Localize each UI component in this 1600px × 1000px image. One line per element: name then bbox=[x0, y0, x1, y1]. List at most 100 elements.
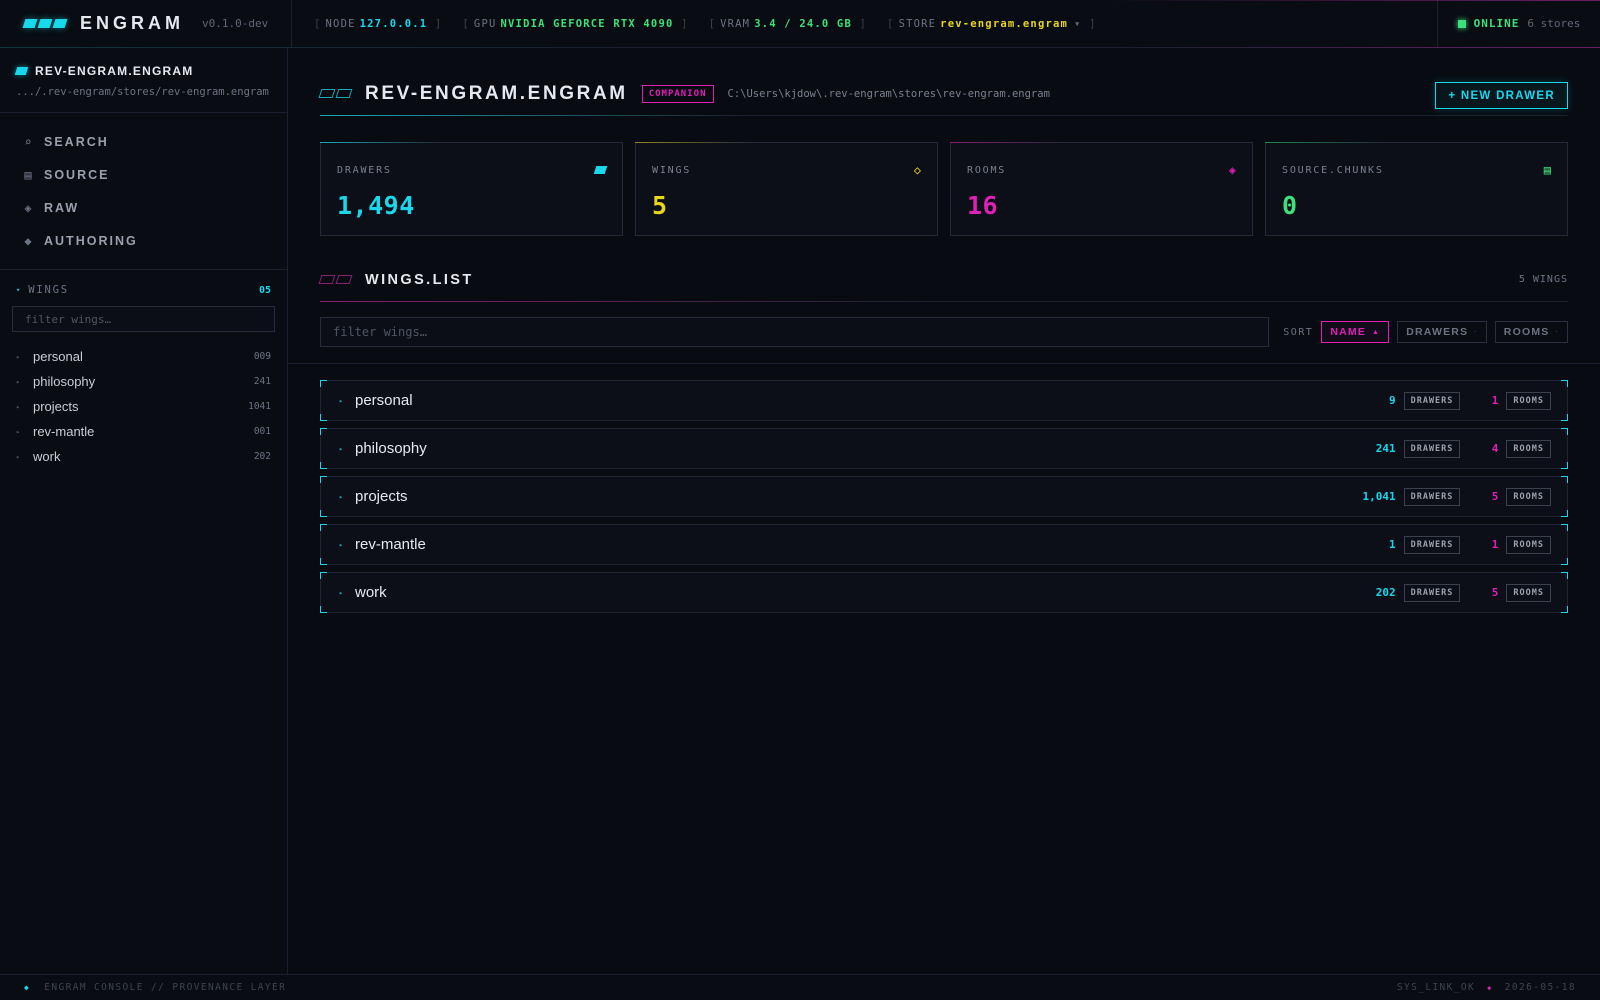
wing-row-work[interactable]: ▸ work 202 DRAWERS 5 ROOMS bbox=[320, 572, 1568, 613]
wing-name: projects bbox=[355, 488, 408, 505]
wings-total-count: 5 WINGS bbox=[1518, 274, 1568, 285]
brand[interactable]: ENGRAM v0.1.0-dev bbox=[0, 0, 292, 48]
wing-rooms-count: 1 bbox=[1491, 538, 1499, 551]
footer: ◆ ENGRAM CONSOLE // PROVENANCE LAYER SYS… bbox=[0, 974, 1600, 1000]
stores-count: 6 stores bbox=[1527, 17, 1581, 30]
caret-right-icon: ▸ bbox=[338, 444, 344, 453]
wing-row-personal[interactable]: ▸ personal 9 DRAWERS 1 ROOMS bbox=[320, 380, 1568, 421]
drawers-tag: DRAWERS bbox=[1403, 391, 1461, 410]
caret-right-icon: ▸ bbox=[16, 352, 21, 361]
sidebar-wing-work[interactable]: ▸ work 202 bbox=[0, 444, 287, 469]
wing-rooms-count: 1 bbox=[1491, 394, 1499, 407]
sidebar-item-label: SOURCE bbox=[44, 167, 110, 182]
sidebar-wing-philosophy[interactable]: ▸ philosophy 241 bbox=[0, 369, 287, 394]
wing-name: personal bbox=[355, 392, 413, 409]
sort-by-name-button[interactable]: NAME ▲ bbox=[1321, 321, 1390, 343]
companion-badge: COMPANION bbox=[641, 84, 714, 103]
filter-sort-row: filter wings… SORT NAME ▲ DRAWERS · ROOM… bbox=[320, 316, 1568, 348]
divider bbox=[288, 363, 1600, 364]
wing-name: rev-mantle bbox=[355, 536, 426, 553]
drawers-tag: DRAWERS bbox=[1403, 535, 1461, 554]
vram-status: [VRAM 3.4 / 24.0 GB ] bbox=[708, 17, 868, 30]
sidebar-item-search[interactable]: ⌕ SEARCH bbox=[0, 125, 287, 158]
caret-down-icon: ▾ bbox=[16, 286, 21, 294]
sidebar-wing-name: work bbox=[33, 449, 61, 464]
main-content: REV-ENGRAM.ENGRAM COMPANION C:\Users\kjd… bbox=[288, 48, 1600, 974]
store-mark-icon bbox=[318, 89, 353, 98]
sort-option-label: DRAWERS bbox=[1406, 326, 1469, 338]
engram-logo-icon bbox=[22, 19, 68, 28]
sidebar-wing-personal[interactable]: ▸ personal 009 bbox=[0, 344, 287, 369]
caret-right-icon: ▸ bbox=[16, 452, 21, 461]
sidebar-wing-rev-mantle[interactable]: ▸ rev-mantle 001 bbox=[0, 419, 287, 444]
store-full-path: C:\Users\kjdow\.rev-engram\stores\rev-en… bbox=[727, 87, 1050, 100]
wing-row-projects[interactable]: ▸ projects 1,041 DRAWERS 5 ROOMS bbox=[320, 476, 1568, 517]
gpu-status: [GPU NVIDIA GEFORCE RTX 4090 ] bbox=[462, 17, 689, 30]
store-icon bbox=[14, 67, 29, 75]
new-drawer-button[interactable]: + NEW DRAWER bbox=[1435, 82, 1568, 109]
vram-value: 3.4 / 24.0 GB bbox=[754, 17, 852, 30]
diamond-icon: ◆ bbox=[24, 983, 31, 992]
sidebar-item-label: RAW bbox=[44, 200, 80, 215]
wing-rooms-count: 4 bbox=[1491, 442, 1499, 455]
stat-card-source-chunks: SOURCE.CHUNKS ▤ 0 bbox=[1265, 142, 1568, 236]
wing-name: philosophy bbox=[355, 440, 427, 457]
stat-label: WINGS bbox=[652, 164, 692, 176]
drawers-tag: DRAWERS bbox=[1403, 583, 1461, 602]
rooms-tag: ROOMS bbox=[1506, 439, 1551, 458]
stat-card-rooms: ROOMS ◈ 16 bbox=[950, 142, 1253, 236]
sidebar-item-label: SEARCH bbox=[44, 134, 109, 149]
sort-by-drawers-button[interactable]: DRAWERS · bbox=[1397, 321, 1487, 343]
wings-filter-input[interactable]: filter wings… bbox=[320, 317, 1270, 347]
caret-right-icon: ▸ bbox=[338, 492, 344, 501]
sidebar-item-raw[interactable]: ◈ RAW bbox=[0, 191, 287, 224]
wing-drawers-count: 202 bbox=[1375, 586, 1396, 599]
stat-value: 16 bbox=[967, 191, 999, 220]
connection-status: ONLINE 6 stores bbox=[1437, 0, 1600, 48]
sort-option-label: NAME bbox=[1330, 326, 1367, 338]
sidebar-wing-count: 202 bbox=[253, 451, 271, 462]
wing-icon: ◇ bbox=[913, 163, 921, 177]
stat-value: 1,494 bbox=[337, 191, 415, 220]
status-strip: [NODE 127.0.0.1 ] [GPU NVIDIA GEFORCE RTX … bbox=[292, 18, 1437, 30]
sort-by-rooms-button[interactable]: ROOMS · bbox=[1494, 321, 1568, 343]
wing-drawers-count: 9 bbox=[1388, 394, 1396, 407]
raw-icon: ◈ bbox=[24, 200, 32, 215]
store-path: .../.rev-engram/stores/rev-engram.engram bbox=[16, 86, 269, 98]
sidebar-item-source[interactable]: ▤ SOURCE bbox=[0, 158, 287, 191]
source-icon: ▤ bbox=[24, 167, 32, 182]
page-title: REV-ENGRAM.ENGRAM bbox=[365, 82, 628, 104]
node-status: [NODE 127.0.0.1 ] bbox=[314, 17, 443, 30]
page-header: REV-ENGRAM.ENGRAM COMPANION C:\Users\kjd… bbox=[318, 72, 1568, 116]
wings-count: 05 bbox=[258, 284, 271, 296]
sidebar-item-label: AUTHORING bbox=[44, 233, 138, 248]
sidebar-wing-name: philosophy bbox=[33, 374, 96, 389]
sidebar-wing-projects[interactable]: ▸ projects 1041 bbox=[0, 394, 287, 419]
wing-drawers-count: 1,041 bbox=[1362, 490, 1396, 503]
sidebar-wing-filter-input[interactable]: filter wings… bbox=[12, 306, 275, 332]
wing-row-philosophy[interactable]: ▸ philosophy 241 DRAWERS 4 ROOMS bbox=[320, 428, 1568, 469]
wings-list: ▸ personal 9 DRAWERS 1 ROOMS ▸ philosoph… bbox=[320, 380, 1568, 620]
wings-list-header: WINGS.LIST 5 WINGS bbox=[318, 258, 1568, 302]
sort-label: SORT bbox=[1283, 326, 1314, 338]
sidebar-wing-count: 001 bbox=[253, 426, 271, 437]
stat-value: 0 bbox=[1282, 191, 1298, 220]
chunks-icon: ▤ bbox=[1543, 163, 1551, 177]
sort-inactive-icon: · bbox=[1555, 328, 1559, 336]
wings-section-toggle[interactable]: ▾ WINGS 05 bbox=[0, 270, 287, 306]
wing-drawers-count: 1 bbox=[1388, 538, 1396, 551]
rooms-tag: ROOMS bbox=[1506, 487, 1551, 506]
sidebar-item-authoring[interactable]: ◆ AUTHORING bbox=[0, 224, 287, 257]
sidebar-wing-name: rev-mantle bbox=[33, 424, 95, 439]
caret-right-icon: ▸ bbox=[16, 377, 21, 386]
search-icon: ⌕ bbox=[24, 134, 32, 149]
store-header: REV-ENGRAM.ENGRAM .../.rev-engram/stores… bbox=[0, 48, 287, 113]
store-selector[interactable]: [STORE rev-engram.engram ▾ ] bbox=[887, 18, 1097, 30]
gpu-value: NVIDIA GEFORCE RTX 4090 bbox=[500, 17, 674, 30]
rooms-tag: ROOMS bbox=[1506, 583, 1551, 602]
wing-row-rev-mantle[interactable]: ▸ rev-mantle 1 DRAWERS 1 ROOMS bbox=[320, 524, 1568, 565]
online-label: ONLINE bbox=[1473, 17, 1520, 30]
stat-card-wings: WINGS ◇ 5 bbox=[635, 142, 938, 236]
caret-right-icon: ▸ bbox=[16, 402, 21, 411]
node-value: 127.0.0.1 bbox=[359, 17, 428, 30]
